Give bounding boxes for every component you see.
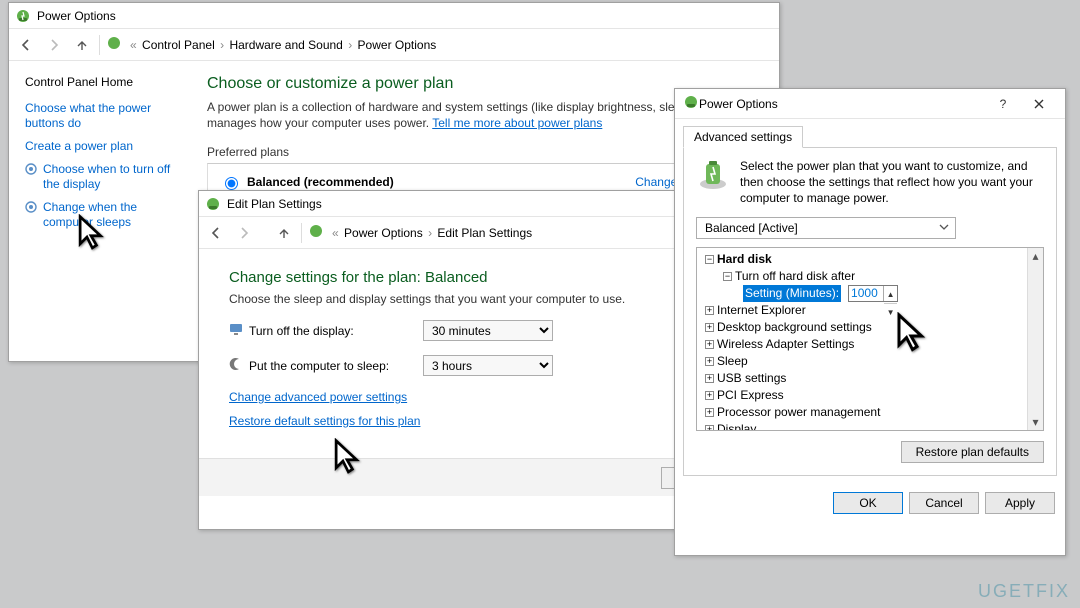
restore-defaults-button[interactable]: Restore plan defaults [901,441,1044,463]
expand-icon[interactable]: + [705,323,714,332]
tree-item[interactable]: PCI Express [717,387,784,404]
sleep-select[interactable]: 3 hours [423,355,553,376]
power-options-icon [205,196,221,212]
window-title: Edit Plan Settings [227,197,322,211]
learn-more-link[interactable]: Tell me more about power plans [432,116,602,130]
turn-off-display-label: Turn off the display: [229,322,409,339]
breadcrumb[interactable]: « Control Panel › Hardware and Sound › P… [128,38,436,52]
sidebar-link-create-plan[interactable]: Create a power plan [25,139,179,154]
breadcrumb-icon [308,223,324,242]
forward-button[interactable] [43,34,65,56]
advanced-power-dialog: Power Options ? Advanced settings Select… [674,88,1066,556]
dialog-buttons: OK Cancel Apply [675,484,1065,524]
up-button[interactable] [273,222,295,244]
sleep-label: Put the computer to sleep: [229,357,409,374]
tree-hard-disk[interactable]: Hard disk [717,251,772,268]
dialog-description: Select the power plan that you want to c… [740,158,1044,207]
expand-icon[interactable]: + [705,357,714,366]
cancel-button[interactable]: Cancel [909,492,979,514]
dialog-title: Power Options [699,97,778,111]
tab-panel: Select the power plan that you want to c… [683,147,1057,476]
power-options-icon [683,94,699,113]
separator [301,223,302,243]
bullet-icon [25,201,37,213]
tab-advanced-settings[interactable]: Advanced settings [683,126,803,148]
battery-large-icon [696,158,730,207]
monitor-icon [229,322,243,339]
expand-icon[interactable]: + [705,306,714,315]
back-button[interactable] [205,222,227,244]
expand-icon[interactable]: + [705,425,714,431]
sidebar-home[interactable]: Control Panel Home [25,75,179,89]
breadcrumb[interactable]: « Power Options › Edit Plan Settings [330,226,532,240]
bullet-icon [25,163,37,175]
tree-item[interactable]: Wireless Adapter Settings [717,336,854,353]
sidebar: Control Panel Home Choose what the power… [9,61,189,248]
power-options-icon [15,8,31,24]
tree-item[interactable]: Desktop background settings [717,319,872,336]
plan-dropdown-value: Balanced [Active] [705,221,798,235]
watermark: UGETFIX [978,581,1070,602]
moon-icon [229,357,243,374]
scrollbar[interactable]: ▴ ▾ [1027,248,1043,430]
tab-strip: Advanced settings [675,119,1065,147]
scroll-up-icon[interactable]: ▴ [1029,249,1043,263]
plan-dropdown[interactable]: Balanced [Active] [696,217,956,239]
scroll-down-icon[interactable]: ▾ [1029,415,1043,429]
collapse-icon[interactable]: − [723,272,732,281]
chevron-down-icon [939,221,949,235]
spin-up-button[interactable]: ▲ [884,286,897,304]
sidebar-link-change-sleep[interactable]: Change when the computer sleeps [25,200,179,230]
titlebar: Power Options [9,3,779,29]
breadcrumb-bar: « Control Panel › Hardware and Sound › P… [9,29,779,61]
expand-icon[interactable]: + [705,391,714,400]
settings-tree[interactable]: −Hard disk −Turn off hard disk after Set… [696,247,1044,431]
window-title: Power Options [37,9,116,23]
ok-button[interactable]: OK [833,492,903,514]
sidebar-link-power-buttons[interactable]: Choose what the power buttons do [25,101,179,131]
tree-turn-off-hd[interactable]: Turn off hard disk after [735,268,855,285]
tree-item[interactable]: Sleep [717,353,748,370]
back-button[interactable] [15,34,37,56]
expand-icon[interactable]: + [705,374,714,383]
tree-item[interactable]: USB settings [717,370,786,387]
spin-down-button[interactable]: ▼ [884,304,897,321]
tree-item[interactable]: Internet Explorer [717,302,806,319]
turn-off-display-select[interactable]: 30 minutes [423,320,553,341]
balanced-radio[interactable] [225,177,238,190]
breadcrumb-icon [106,35,122,54]
setting-spinner[interactable]: ▲ ▼ [848,285,898,302]
apply-button[interactable]: Apply [985,492,1055,514]
expand-icon[interactable]: + [705,408,714,417]
balanced-label[interactable]: Balanced (recommended) [247,175,394,189]
tree-item[interactable]: Processor power management [717,404,880,421]
close-button[interactable] [1021,93,1057,115]
setting-value-input[interactable] [849,286,883,301]
tree-setting-label[interactable]: Setting (Minutes): [743,285,841,302]
expand-icon[interactable]: + [705,340,714,349]
forward-button[interactable] [233,222,255,244]
dialog-titlebar: Power Options ? [675,89,1065,119]
tree-item[interactable]: Display [717,421,756,431]
collapse-icon[interactable]: − [705,255,714,264]
separator [99,35,100,55]
help-button[interactable]: ? [985,93,1021,115]
up-button[interactable] [71,34,93,56]
sidebar-link-turn-off-display[interactable]: Choose when to turn off the display [25,162,179,192]
